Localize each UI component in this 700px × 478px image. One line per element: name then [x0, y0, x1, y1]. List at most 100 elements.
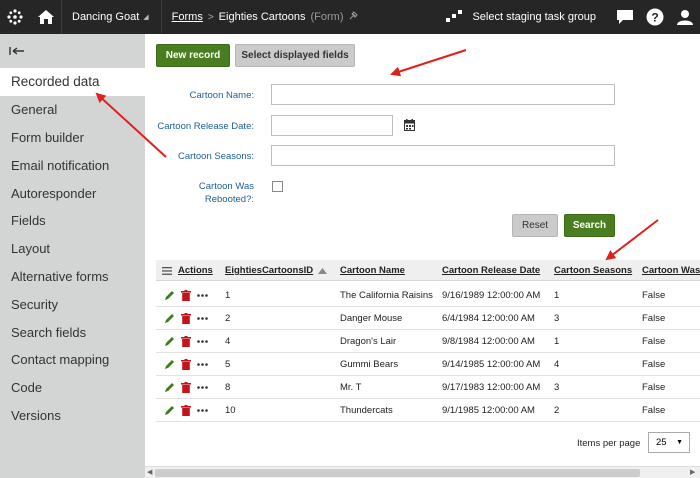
kentico-logo-icon[interactable]	[0, 0, 30, 34]
delete-icon[interactable]	[181, 307, 191, 330]
cell-seasons: 4	[554, 359, 560, 370]
breadcrumb-forms-link[interactable]: Forms	[172, 11, 203, 23]
cell-id: 4	[225, 336, 231, 347]
sidebar-item-layout[interactable]: Layout	[0, 235, 145, 263]
cell-name: Thundercats	[340, 405, 393, 416]
delete-icon[interactable]	[181, 376, 191, 399]
more-icon[interactable]	[197, 353, 208, 376]
reset-button[interactable]: Reset	[512, 214, 558, 237]
column-cartoon-name[interactable]: Cartoon Name	[340, 260, 405, 281]
main-content: New record Select displayed fields Carto…	[145, 34, 700, 478]
cell-name: Dragon's Lair	[340, 336, 397, 347]
sidebar-item-alternative-forms[interactable]: Alternative forms	[0, 263, 145, 291]
staging-icon	[446, 9, 463, 26]
sidebar-item-search-fields[interactable]: Search fields	[0, 318, 145, 346]
edit-icon[interactable]	[164, 307, 175, 330]
site-selector[interactable]: Dancing Goat ◢	[62, 0, 162, 34]
table-row: 2 Danger Mouse 6/4/1984 12:00:00 AM 3 False	[156, 307, 700, 330]
cell-id: 5	[225, 359, 231, 370]
cell-rebooted: False	[642, 290, 666, 301]
top-bar: Dancing Goat ◢ Forms > Eighties Cartoons…	[0, 0, 700, 34]
sidebar-item-fields[interactable]: Fields	[0, 207, 145, 235]
more-icon[interactable]	[197, 307, 208, 330]
items-per-page-label: Items per page	[577, 438, 641, 449]
horizontal-scrollbar[interactable]: ◀ ▶	[145, 466, 700, 478]
cartoon-release-date-input[interactable]	[271, 115, 393, 136]
chat-icon[interactable]	[610, 0, 640, 34]
new-record-button[interactable]: New record	[156, 44, 230, 67]
table-row: 5 Gummi Bears 9/14/1985 12:00:00 AM 4 False	[156, 353, 700, 376]
sort-asc-icon[interactable]	[318, 260, 327, 281]
calendar-icon[interactable]	[404, 118, 415, 136]
scroll-right-icon[interactable]: ▶	[690, 468, 695, 476]
cell-rebooted: False	[642, 336, 666, 347]
user-icon[interactable]	[670, 0, 700, 34]
sidebar-item-versions[interactable]: Versions	[0, 402, 145, 430]
pin-icon[interactable]	[349, 11, 358, 23]
column-cartoon-release-date[interactable]: Cartoon Release Date	[442, 260, 540, 281]
grid-header: Actions EightiesCartoonsID Cartoon Name …	[156, 260, 700, 281]
cell-name: Mr. T	[340, 382, 362, 393]
staging-label: Select staging task group	[472, 11, 596, 23]
search-button[interactable]: Search	[564, 214, 615, 237]
cartoon-name-label: Cartoon Name:	[189, 90, 254, 101]
cartoon-was-rebooted-checkbox[interactable]	[272, 181, 283, 192]
sidebar-item-recorded-data[interactable]: Recorded data	[0, 68, 145, 96]
cell-seasons: 2	[554, 405, 560, 416]
scroll-left-icon[interactable]: ◀	[147, 468, 152, 476]
cartoon-seasons-label: Cartoon Seasons:	[177, 151, 254, 162]
sidebar-item-general[interactable]: General	[0, 96, 145, 124]
cell-date: 9/8/1984 12:00:00 AM	[442, 336, 535, 347]
delete-icon[interactable]	[181, 399, 191, 422]
cell-rebooted: False	[642, 313, 666, 324]
edit-icon[interactable]	[164, 376, 175, 399]
cell-seasons: 3	[554, 313, 560, 324]
cell-seasons: 1	[554, 336, 560, 347]
staging-task-group-selector[interactable]: Select staging task group	[446, 0, 610, 34]
sidebar-item-form-builder[interactable]: Form builder	[0, 124, 145, 152]
cell-date: 6/4/1984 12:00:00 AM	[442, 313, 535, 324]
sidebar-item-code[interactable]: Code	[0, 374, 145, 402]
cell-name: Gummi Bears	[340, 359, 399, 370]
breadcrumb: Forms > Eighties Cartoons (Form)	[162, 0, 358, 34]
chevron-down-icon: ▼	[676, 439, 683, 446]
cell-rebooted: False	[642, 405, 666, 416]
delete-icon[interactable]	[181, 284, 191, 307]
cell-seasons: 3	[554, 382, 560, 393]
cell-name: The California Raisins	[340, 290, 433, 301]
menu-icon[interactable]	[162, 260, 172, 281]
back-arrow-icon[interactable]	[0, 34, 145, 68]
sidebar-item-security[interactable]: Security	[0, 290, 145, 318]
more-icon[interactable]	[197, 399, 208, 422]
cartoon-name-input[interactable]	[271, 84, 615, 105]
column-actions[interactable]: Actions	[178, 260, 213, 281]
cell-seasons: 1	[554, 290, 560, 301]
items-per-page-select[interactable]: 25 ▼	[648, 432, 690, 453]
scrollbar-thumb[interactable]	[155, 469, 640, 477]
sidebar-item-contact-mapping[interactable]: Contact mapping	[0, 346, 145, 374]
delete-icon[interactable]	[181, 330, 191, 353]
help-icon[interactable]: ?	[640, 0, 670, 34]
delete-icon[interactable]	[181, 353, 191, 376]
cell-name: Danger Mouse	[340, 313, 403, 324]
select-displayed-fields-button[interactable]: Select displayed fields	[235, 44, 355, 67]
cell-date: 9/17/1983 12:00:00 AM	[442, 382, 541, 393]
edit-icon[interactable]	[164, 284, 175, 307]
home-icon[interactable]	[30, 0, 62, 34]
edit-icon[interactable]	[164, 330, 175, 353]
sidebar-item-autoresponder[interactable]: Autoresponder	[0, 179, 145, 207]
column-cartoon-was-rebooted[interactable]: Cartoon Was	[642, 260, 700, 281]
edit-icon[interactable]	[164, 399, 175, 422]
column-cartoon-seasons[interactable]: Cartoon Seasons	[554, 260, 632, 281]
column-eightiescartoonsid[interactable]: EightiesCartoonsID	[225, 260, 313, 281]
cell-rebooted: False	[642, 359, 666, 370]
more-icon[interactable]	[197, 330, 208, 353]
cartoon-was-rebooted-label-line1: Cartoon Was	[198, 181, 254, 192]
more-icon[interactable]	[197, 284, 208, 307]
edit-icon[interactable]	[164, 353, 175, 376]
cell-date: 9/16/1989 12:00:00 AM	[442, 290, 541, 301]
more-icon[interactable]	[197, 376, 208, 399]
sidebar-item-email-notification[interactable]: Email notification	[0, 151, 145, 179]
cartoon-seasons-input[interactable]	[271, 145, 615, 166]
table-row: 1 The California Raisins 9/16/1989 12:00:0…	[156, 284, 700, 307]
